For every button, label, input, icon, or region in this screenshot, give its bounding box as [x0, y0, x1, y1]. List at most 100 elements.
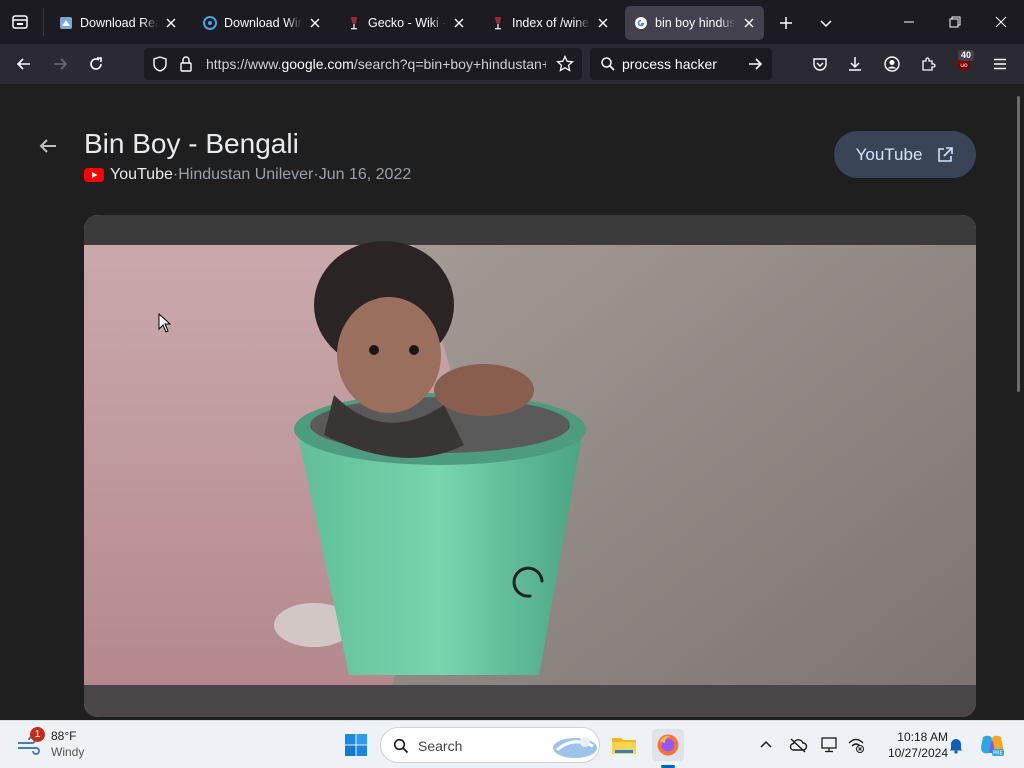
youtube-logo-icon: [84, 168, 104, 182]
url-bar[interactable]: https://www.google.com/search?q=bin+boy+…: [144, 48, 582, 80]
extensions-button[interactable]: [914, 50, 942, 78]
start-button[interactable]: [340, 729, 372, 761]
tab-download-reactos[interactable]: Download ReactOS: [50, 6, 186, 40]
clock-time: 10:18 AM: [897, 730, 948, 744]
copilot-button[interactable]: PRE: [976, 729, 1008, 761]
winehq-icon: [202, 15, 218, 31]
taskbar-search-label: Search: [418, 738, 463, 754]
search-icon: [393, 738, 409, 754]
network-status-button[interactable]: [840, 729, 872, 761]
video-date: Jun 16, 2022: [318, 166, 412, 183]
bookmark-star-icon[interactable]: [556, 55, 574, 73]
navigation-toolbar: https://www.google.com/search?q=bin+boy+…: [0, 44, 1024, 84]
lock-icon[interactable]: [179, 56, 193, 72]
tab-title: Gecko - Wiki - wine: [368, 16, 446, 30]
close-tab-icon[interactable]: [308, 15, 322, 31]
chevron-up-icon: [760, 740, 772, 748]
close-tab-icon[interactable]: [452, 15, 466, 31]
restore-button[interactable]: [932, 0, 978, 44]
tab-index-of-wine[interactable]: Index of /wine/wine: [482, 6, 618, 40]
tab-bin-boy-search[interactable]: bin boy hindustan: [625, 6, 764, 40]
close-tab-icon[interactable]: [741, 15, 756, 31]
restore-icon: [949, 16, 961, 28]
notifications-button[interactable]: [940, 729, 972, 761]
weather-condition: Windy: [51, 745, 85, 759]
app-menu-button[interactable]: [986, 50, 1014, 78]
reload-button[interactable]: [82, 50, 110, 78]
tab-download-winehq[interactable]: Download WineHQ: [194, 6, 330, 40]
url-domain: google.com: [281, 56, 354, 72]
svg-text:uo: uo: [960, 62, 968, 69]
monitor-icon: [821, 737, 837, 753]
close-window-button[interactable]: [978, 0, 1024, 44]
search-highlight-illustration-icon: [553, 737, 597, 758]
windows-taskbar: 1 88°F Windy Search 10:18 AM 10/27/2024 …: [0, 720, 1024, 768]
url-prefix: https://www.: [206, 56, 282, 72]
video-metadata: YouTube · Hindustan Unilever · Jun 16, 2…: [84, 166, 411, 184]
copilot-icon: PRE: [981, 735, 1004, 757]
back-button[interactable]: [10, 50, 38, 78]
wine-icon: [490, 15, 506, 31]
weather-temperature: 88°F: [51, 729, 77, 743]
taskbar-clock[interactable]: 10:18 AM 10/27/2024: [872, 729, 948, 761]
network-disconnected-icon: [848, 738, 864, 753]
list-all-tabs-button[interactable]: [811, 8, 841, 38]
back-arrow-icon[interactable]: [36, 134, 60, 158]
wine-icon: [346, 15, 362, 31]
download-icon: [849, 57, 861, 71]
minimize-icon: [904, 21, 914, 23]
tab-title: Download WineHQ: [224, 16, 302, 30]
bell-icon: [949, 739, 963, 754]
folder-icon: [612, 738, 636, 754]
open-external-icon: [938, 146, 954, 162]
arrow-left-icon: [16, 58, 30, 70]
close-icon: [995, 16, 1007, 28]
reload-icon: [90, 57, 102, 70]
search-input-value[interactable]: process hacker: [622, 56, 717, 72]
search-bar[interactable]: process hacker: [590, 48, 772, 80]
downloads-button[interactable]: [841, 50, 869, 78]
video-source: YouTube: [110, 166, 173, 183]
pocket-icon: [813, 58, 827, 71]
svg-text:PRE: PRE: [993, 751, 1003, 757]
search-icon: [601, 57, 615, 71]
video-frame-boy-in-bin: [84, 215, 976, 717]
account-button[interactable]: [878, 50, 906, 78]
plus-icon: [780, 17, 792, 29]
video-player[interactable]: [84, 215, 976, 717]
hamburger-menu-icon: [994, 58, 1006, 70]
weather-widget[interactable]: 1 88°F Windy: [16, 727, 136, 763]
open-youtube-label: YouTube: [855, 144, 923, 164]
show-hidden-icons-button[interactable]: [750, 729, 782, 761]
taskbar-search-box[interactable]: Search: [380, 727, 600, 763]
pocket-button[interactable]: [806, 50, 834, 78]
mouse-pointer-icon: [158, 313, 172, 333]
minimize-button[interactable]: [886, 0, 932, 44]
forward-button[interactable]: [46, 50, 74, 78]
page-content: Bin Boy - Bengali YouTube · Hindustan Un…: [0, 84, 1024, 720]
tracking-protection-shield-icon[interactable]: [152, 56, 168, 72]
open-youtube-button[interactable]: YouTube: [834, 131, 976, 178]
tab-title: bin boy hindustan: [655, 16, 736, 30]
close-tab-icon[interactable]: [596, 15, 610, 31]
puzzle-icon: [922, 57, 936, 71]
firefox-view-button[interactable]: [0, 0, 40, 44]
firefox-view-icon: [12, 15, 28, 29]
url-text[interactable]: https://www.google.com/search?q=bin+boy+…: [206, 56, 546, 72]
page-scrollbar[interactable]: [1017, 96, 1020, 392]
tab-gecko-wiki[interactable]: Gecko - Wiki - wine: [338, 6, 474, 40]
reactos-icon: [58, 15, 74, 31]
windows-logo-icon: [345, 734, 367, 756]
file-explorer-button[interactable]: [608, 729, 640, 761]
close-tab-icon[interactable]: [164, 15, 178, 31]
firefox-icon: [657, 734, 679, 756]
arrow-right-icon: [54, 58, 68, 70]
firefox-taskbar-button[interactable]: [652, 729, 684, 761]
google-icon: [633, 15, 649, 31]
account-icon: [884, 56, 900, 72]
search-go-arrow-icon[interactable]: [747, 56, 763, 72]
new-tab-button[interactable]: [771, 8, 801, 38]
tab-title: Index of /wine/wine: [512, 16, 590, 30]
page-title: Bin Boy - Bengali: [84, 128, 299, 159]
onedrive-status-button[interactable]: [782, 729, 814, 761]
